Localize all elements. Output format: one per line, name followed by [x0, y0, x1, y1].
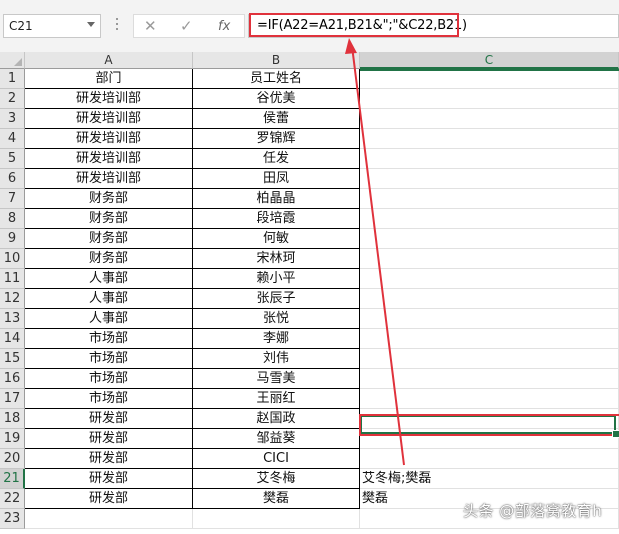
annotation-arrow [345, 38, 405, 466]
watermark: 头条 @部落窝教育h [463, 502, 603, 520]
arrow-head [345, 38, 357, 54]
arrow-line [351, 45, 405, 466]
